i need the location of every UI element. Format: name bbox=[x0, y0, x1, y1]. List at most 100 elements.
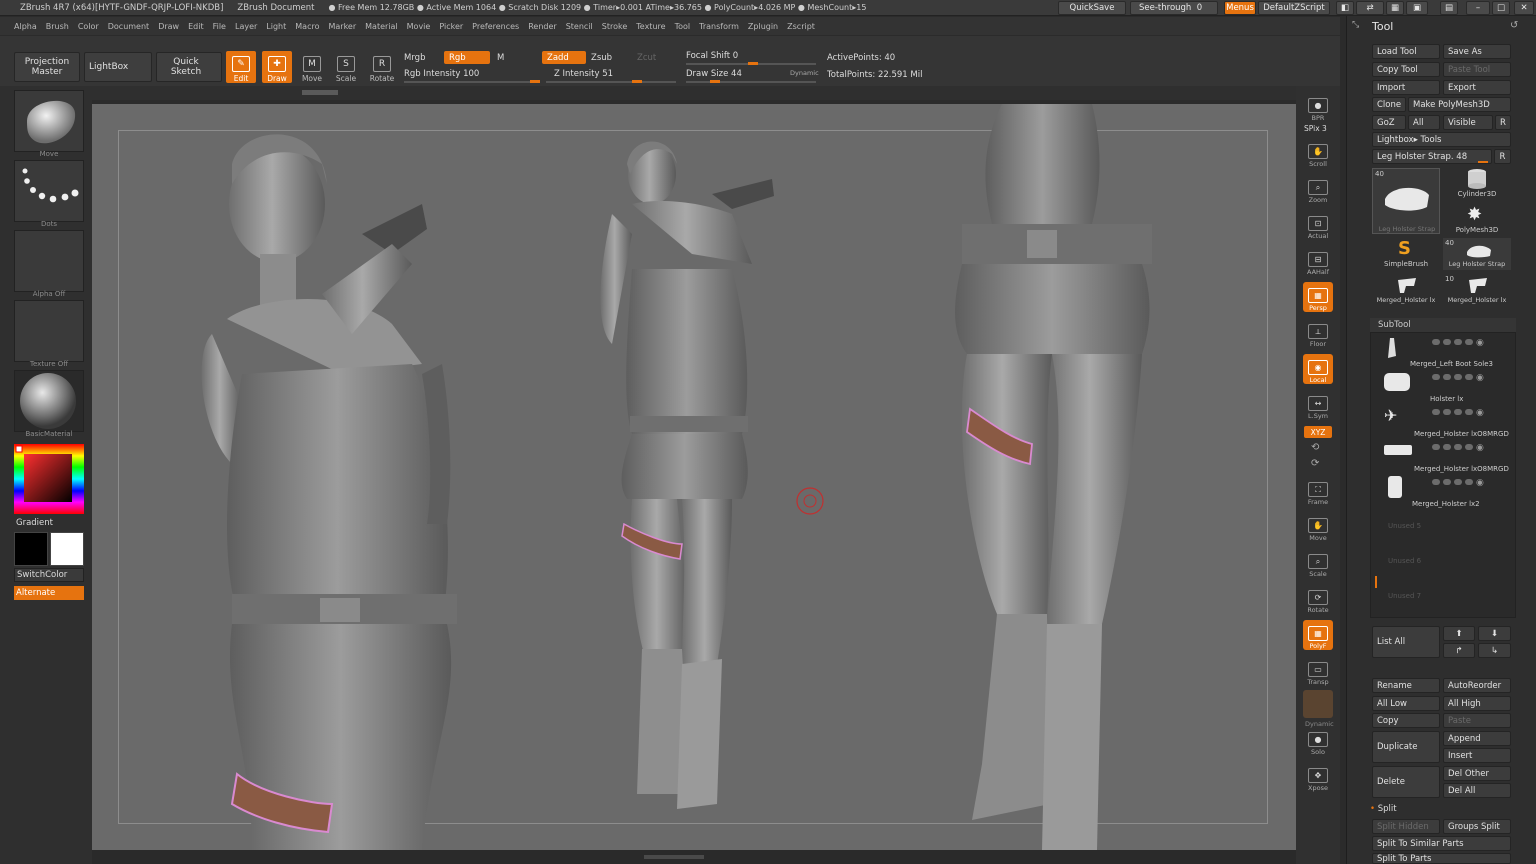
export-button[interactable]: Export bbox=[1443, 80, 1511, 95]
subtool-scroll-indicator[interactable] bbox=[1375, 576, 1377, 588]
focal-shift-slider[interactable]: Focal Shift 0 bbox=[686, 51, 738, 61]
delete-button[interactable]: Delete bbox=[1372, 766, 1440, 798]
tool-thumb-merged-holster-2[interactable]: 10 Merged_Holster lx bbox=[1443, 274, 1511, 306]
clone-button[interactable]: Clone bbox=[1372, 97, 1406, 112]
shelf-scroll[interactable]: ✋ Scroll bbox=[1303, 138, 1333, 168]
rotate-button[interactable]: R Rotate bbox=[367, 51, 397, 83]
switch-color-button[interactable]: SwitchColor bbox=[14, 568, 84, 582]
z-intensity-track[interactable] bbox=[546, 81, 676, 83]
menus-toggle[interactable]: Menus bbox=[1224, 1, 1256, 15]
rotate-z-icon[interactable]: ⟳ bbox=[1311, 458, 1319, 469]
menu-light[interactable]: Light bbox=[266, 22, 286, 31]
copy-subtool-button[interactable]: Copy bbox=[1372, 713, 1440, 728]
edit-button[interactable]: ✎ Edit bbox=[226, 51, 256, 83]
menu-layer[interactable]: Layer bbox=[235, 22, 257, 31]
lightbox-button[interactable]: LightBox bbox=[84, 52, 152, 82]
zadd-toggle[interactable]: Zadd bbox=[542, 51, 586, 64]
tool-thumb-leg-holster[interactable]: 40 Leg Holster Strap bbox=[1372, 168, 1440, 234]
menu-texture[interactable]: Texture bbox=[636, 22, 665, 31]
menu-preferences[interactable]: Preferences bbox=[472, 22, 519, 31]
shelf-lsym[interactable]: ↔ L.Sym bbox=[1303, 390, 1333, 420]
subtool-visibility-icons[interactable]: ◉ bbox=[1432, 478, 1484, 488]
del-all-button[interactable]: Del All bbox=[1443, 783, 1511, 798]
make-polymesh-button[interactable]: Make PolyMesh3D bbox=[1408, 97, 1511, 112]
shelf-frame[interactable]: ⛶ Frame bbox=[1303, 476, 1333, 506]
list-all-button[interactable]: List All bbox=[1372, 626, 1440, 658]
brush-thumbnail[interactable] bbox=[14, 90, 84, 152]
scale-button[interactable]: S Scale bbox=[331, 51, 361, 83]
import-button[interactable]: Import bbox=[1372, 80, 1440, 95]
subtool-item[interactable]: ✈ ◉ Merged_Holster lxO8MRGD bbox=[1372, 406, 1514, 440]
move-down-button[interactable]: ⬇ bbox=[1478, 626, 1511, 641]
xyz-toggle[interactable]: XYZ bbox=[1304, 426, 1332, 438]
draw-size-track[interactable] bbox=[686, 81, 816, 83]
palette-reset-icon[interactable]: ↺ bbox=[1510, 20, 1518, 31]
current-tool-slider[interactable]: Leg Holster Strap. 48 bbox=[1372, 149, 1492, 164]
tool-thumb-leg-holster-2[interactable]: 40 Leg Holster Strap bbox=[1443, 238, 1511, 270]
camera-icon[interactable]: ▣ bbox=[1406, 1, 1428, 15]
tool-palette-title[interactable]: Tool bbox=[1372, 20, 1393, 33]
grid-icon[interactable]: ▦ bbox=[1386, 1, 1404, 15]
lightbox-tools-button[interactable]: Lightbox▸ Tools bbox=[1372, 132, 1511, 147]
subtool-header[interactable]: SubTool bbox=[1370, 318, 1516, 332]
tool-r-button[interactable]: R bbox=[1494, 149, 1511, 164]
main-color-swatch[interactable] bbox=[50, 532, 84, 566]
subtool-item[interactable]: ◉ Holster lx bbox=[1372, 371, 1514, 405]
all-low-button[interactable]: All Low bbox=[1372, 696, 1440, 711]
z-intensity-slider[interactable]: Z Intensity 51 bbox=[554, 69, 613, 79]
rgb-toggle[interactable]: Rgb bbox=[444, 51, 490, 64]
menu-transform[interactable]: Transform bbox=[699, 22, 739, 31]
draw-size-slider[interactable]: Draw Size 44 bbox=[686, 69, 742, 79]
projection-master-button[interactable]: Projection Master bbox=[14, 52, 80, 82]
menu-file[interactable]: File bbox=[213, 22, 226, 31]
menu-stencil[interactable]: Stencil bbox=[566, 22, 593, 31]
shelf-local[interactable]: ◉ Local bbox=[1303, 354, 1333, 384]
menu-material[interactable]: Material bbox=[365, 22, 398, 31]
append-button[interactable]: Append bbox=[1443, 731, 1511, 746]
subtool-visibility-icons[interactable]: ◉ bbox=[1432, 338, 1484, 348]
close-icon[interactable]: ✕ bbox=[1514, 1, 1534, 15]
alternate-button[interactable]: Alternate bbox=[14, 586, 84, 600]
move-up-button[interactable]: ⬆ bbox=[1443, 626, 1475, 641]
subtool-item[interactable]: ◉ Merged_Holster lxO8MRGD bbox=[1372, 441, 1514, 475]
subtool-visibility-icons[interactable]: ◉ bbox=[1432, 373, 1484, 383]
save-as-button[interactable]: Save As bbox=[1443, 44, 1511, 59]
tool-thumb-polymesh[interactable]: ✸ PolyMesh3D bbox=[1443, 204, 1511, 236]
draw-size-knob[interactable] bbox=[710, 80, 720, 83]
menu-macro[interactable]: Macro bbox=[295, 22, 319, 31]
tool-thumb-merged-holster[interactable]: Merged_Holster lx bbox=[1372, 274, 1440, 306]
menu-picker[interactable]: Picker bbox=[439, 22, 463, 31]
quicksave-button[interactable]: QuickSave bbox=[1058, 1, 1126, 15]
groups-split-button[interactable]: Groups Split bbox=[1443, 819, 1511, 834]
load-tool-button[interactable]: Load Tool bbox=[1372, 44, 1440, 59]
menu-draw[interactable]: Draw bbox=[158, 22, 179, 31]
move-down-folder-button[interactable]: ↳ bbox=[1478, 643, 1511, 658]
subtool-item[interactable]: ◉ Merged_Holster lx2 bbox=[1372, 476, 1514, 510]
color-picker[interactable] bbox=[14, 444, 84, 514]
menu-stroke[interactable]: Stroke bbox=[602, 22, 628, 31]
shelf-solo[interactable]: ● Solo bbox=[1303, 726, 1333, 756]
dynamic-toggle[interactable]: Dynamic bbox=[790, 69, 819, 77]
menu-render[interactable]: Render bbox=[528, 22, 556, 31]
viewport-canvas[interactable] bbox=[92, 104, 1296, 850]
menu-alpha[interactable]: Alpha bbox=[14, 22, 37, 31]
ghost-button[interactable] bbox=[1303, 690, 1333, 718]
goz-all-button[interactable]: All bbox=[1408, 115, 1440, 130]
rgb-intensity-track[interactable] bbox=[404, 81, 540, 83]
draw-button[interactable]: ✚ Draw bbox=[262, 51, 292, 83]
menu-document[interactable]: Document bbox=[108, 22, 149, 31]
shelf-zoom[interactable]: ⌕ Zoom bbox=[1303, 174, 1333, 204]
menu-zscript[interactable]: Zscript bbox=[787, 22, 815, 31]
rgb-intensity-knob[interactable] bbox=[530, 80, 540, 83]
quick-sketch-button[interactable]: Quick Sketch bbox=[156, 52, 222, 82]
shelf-bpr[interactable]: ● BPR bbox=[1303, 92, 1333, 122]
menu-edit[interactable]: Edit bbox=[188, 22, 204, 31]
subtool-visibility-icons[interactable]: ◉ bbox=[1432, 408, 1484, 418]
subtool-item[interactable]: ◉ Merged_Left Boot Sole3 bbox=[1372, 336, 1514, 370]
goz-visible-button[interactable]: Visible bbox=[1443, 115, 1493, 130]
goz-r-button[interactable]: R bbox=[1495, 115, 1511, 130]
shelf-actual[interactable]: ⊡ Actual bbox=[1303, 210, 1333, 240]
tool-thumb-simplebrush[interactable]: S SimpleBrush bbox=[1372, 238, 1440, 270]
menu-brush[interactable]: Brush bbox=[46, 22, 69, 31]
texture-thumbnail[interactable] bbox=[14, 300, 84, 362]
